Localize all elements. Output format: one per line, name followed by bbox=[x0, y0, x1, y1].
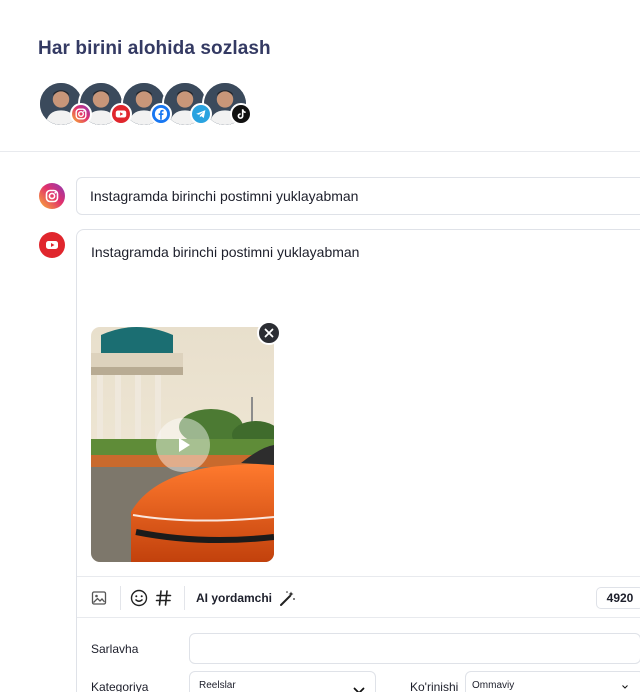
character-counter: 4920 bbox=[596, 587, 640, 609]
emoji-icon[interactable] bbox=[130, 577, 148, 619]
title-field[interactable] bbox=[189, 633, 640, 664]
visibility-field-label: Ko'rinishi bbox=[410, 680, 459, 692]
category-field-label: Kategoriya bbox=[91, 680, 149, 692]
category-selected-value: Reelslar bbox=[199, 680, 236, 691]
editor-toolbar: AI yordamchi 4920 bbox=[77, 576, 640, 618]
chevron-down-icon bbox=[622, 681, 628, 691]
youtube-icon bbox=[110, 103, 132, 125]
image-icon[interactable] bbox=[91, 577, 107, 619]
instagram-icon bbox=[70, 103, 92, 125]
youtube-post-editor: Instagramda birinchi postimni yuklayabma… bbox=[76, 229, 640, 692]
remove-media-button[interactable] bbox=[257, 321, 281, 345]
instagram-icon bbox=[39, 183, 65, 209]
tiktok-icon bbox=[230, 103, 252, 125]
hashtag-icon[interactable] bbox=[155, 577, 172, 619]
account-avatars bbox=[38, 81, 278, 129]
section-divider bbox=[0, 151, 640, 152]
facebook-icon bbox=[150, 103, 172, 125]
youtube-icon bbox=[39, 232, 65, 258]
ai-assistant-button[interactable]: AI yordamchi bbox=[196, 577, 296, 619]
visibility-selected-value: Ommaviy bbox=[472, 680, 515, 691]
toolbar-divider bbox=[120, 586, 121, 610]
category-select[interactable]: Reelslar bbox=[189, 671, 376, 692]
play-button[interactable] bbox=[156, 418, 210, 472]
page-title: Har birini alohida sozlash bbox=[38, 38, 271, 59]
ai-assistant-label: AI yordamchi bbox=[196, 591, 273, 605]
telegram-icon bbox=[190, 103, 212, 125]
toolbar-divider bbox=[184, 586, 185, 610]
instagram-caption-input[interactable]: Instagramda birinchi postimni yuklayabma… bbox=[76, 177, 640, 215]
title-field-label: Sarlavha bbox=[91, 642, 139, 656]
youtube-caption-input[interactable]: Instagramda birinchi postimni yuklayabma… bbox=[91, 244, 359, 260]
visibility-select[interactable]: Ommaviy bbox=[465, 671, 640, 692]
magic-wand-icon bbox=[279, 590, 296, 607]
chevron-down-icon bbox=[353, 682, 365, 692]
